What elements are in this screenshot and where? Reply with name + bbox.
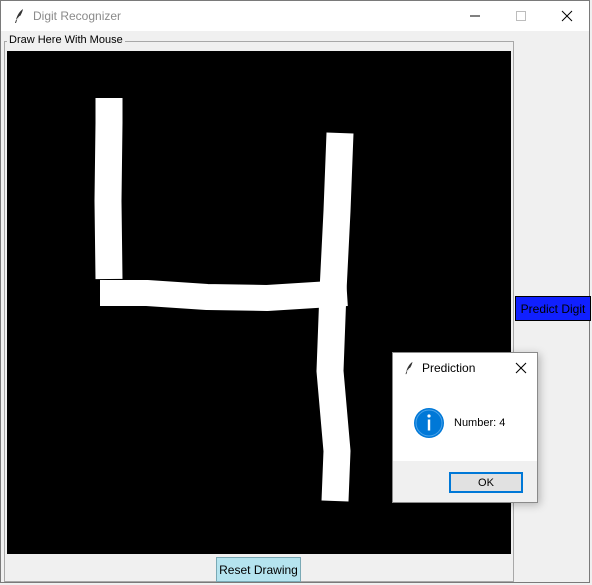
frame-label: Draw Here With Mouse [7, 34, 125, 46]
maximize-icon [516, 11, 526, 21]
feather-icon [405, 361, 413, 375]
stroke-right-vertical [316, 132, 354, 502]
reset-drawing-button[interactable]: Reset Drawing [216, 557, 301, 582]
maximize-button[interactable] [498, 1, 544, 31]
close-icon [561, 10, 573, 22]
feather-icon [15, 9, 23, 23]
stroke-horizontal [100, 280, 348, 311]
close-icon [515, 362, 527, 374]
minimize-button[interactable] [452, 1, 498, 31]
dialog-message: Number: 4 [454, 417, 506, 429]
stroke-left-vertical [94, 98, 123, 280]
title-bar[interactable]: Digit Recognizer [1, 1, 589, 31]
info-icon [414, 408, 444, 438]
ok-button[interactable]: OK [449, 472, 523, 493]
minimize-icon [470, 15, 480, 17]
window-title: Digit Recognizer [33, 9, 122, 23]
close-button[interactable] [544, 1, 590, 31]
dialog-title: Prediction [422, 361, 476, 375]
dialog-footer: OK [393, 461, 537, 502]
app-window: Digit Recognizer Draw Here With Mouse Re… [0, 0, 591, 583]
dialog-title-bar[interactable]: Prediction [393, 353, 537, 383]
dialog-body: Number: 4 [393, 383, 537, 462]
dialog-close-button[interactable] [511, 358, 531, 378]
predict-digit-button[interactable]: Predict Digit [515, 296, 591, 321]
prediction-dialog: Prediction Number: 4 OK [392, 352, 538, 503]
